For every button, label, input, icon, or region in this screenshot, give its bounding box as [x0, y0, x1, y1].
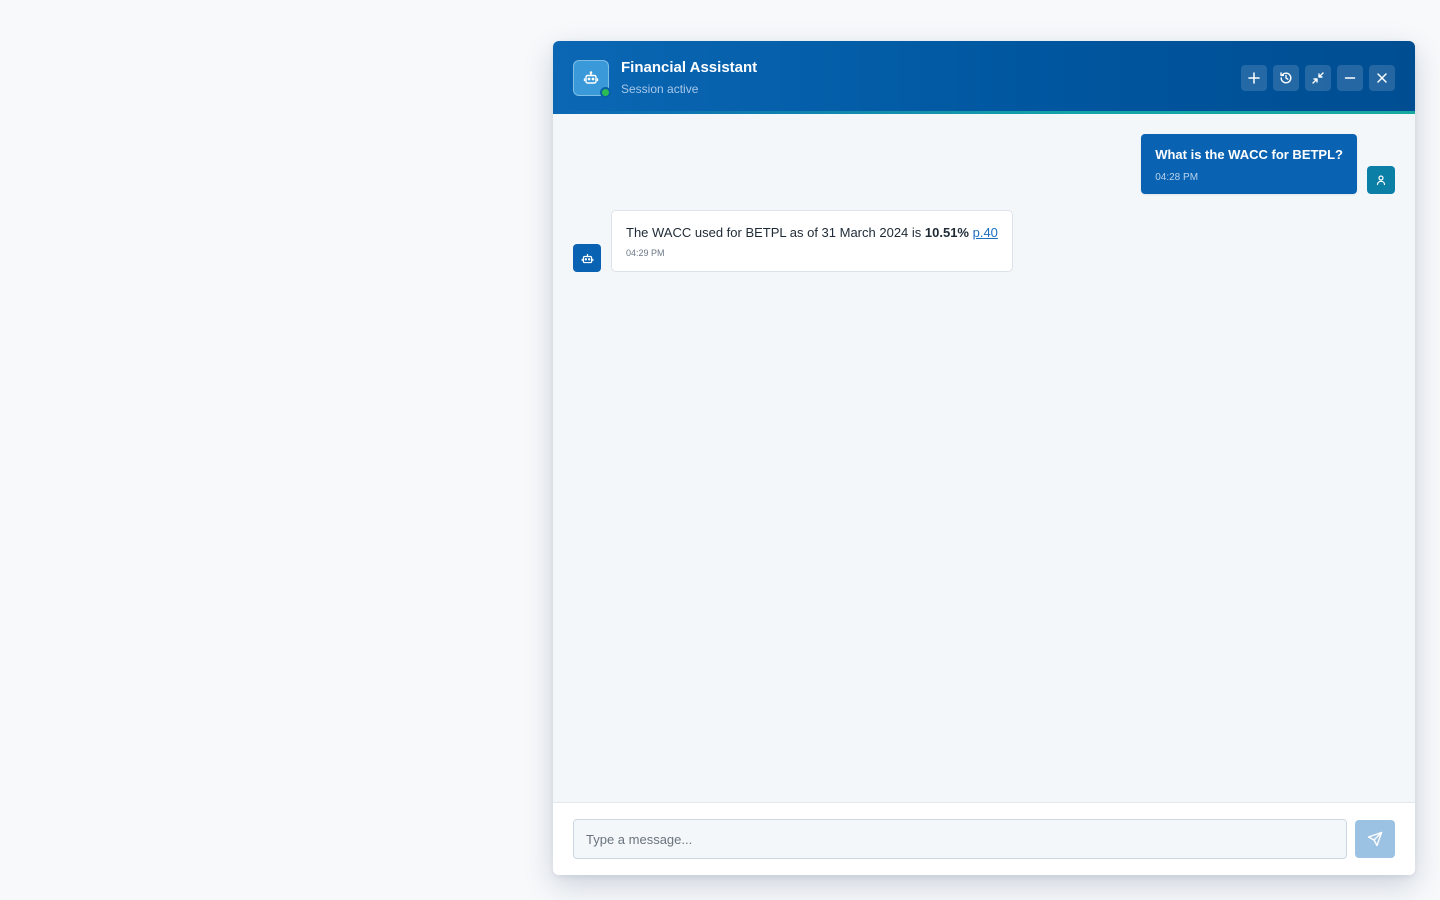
history-button[interactable] [1273, 64, 1299, 91]
close-icon [1377, 72, 1387, 83]
robot-icon [583, 70, 599, 84]
message-list[interactable]: What is the WACC for BETPL? 04:28 PM The… [553, 114, 1415, 802]
plus-icon [1248, 71, 1260, 84]
answer-text: The WACC used for BETPL as of 31 March 2… [626, 225, 925, 240]
assistant-avatar [573, 59, 611, 98]
assistant-message: The WACC used for BETPL as of 31 March 2… [573, 210, 1395, 272]
message-input[interactable] [573, 819, 1347, 859]
assistant-message-time: 04:29 PM [626, 248, 665, 258]
page-reference-link[interactable]: p.40 [973, 225, 998, 240]
user-message-text: What is the WACC for BETPL? [1155, 147, 1343, 162]
send-button[interactable] [1355, 820, 1395, 858]
message-composer [553, 802, 1415, 875]
close-button[interactable] [1369, 64, 1395, 91]
chat-title: Financial Assistant [621, 58, 758, 76]
chat-header: Financial Assistant Session active [553, 41, 1415, 114]
robot-icon [581, 253, 593, 263]
online-status-dot [600, 86, 611, 98]
user-icon [1376, 175, 1386, 186]
minus-icon [1344, 76, 1356, 79]
send-icon [1367, 831, 1383, 847]
new-chat-button[interactable] [1241, 64, 1267, 91]
user-message-time: 04:28 PM [1155, 172, 1199, 183]
chat-window: Financial Assistant Session active What … [553, 41, 1415, 875]
user-message-bubble: What is the WACC for BETPL? 04:28 PM [1141, 134, 1357, 194]
answer-value: 10.51% [924, 225, 969, 240]
user-avatar [1367, 166, 1395, 194]
minimize-arrows-icon [1312, 71, 1324, 84]
history-icon [1280, 71, 1292, 83]
minimize-button[interactable] [1337, 64, 1363, 91]
assistant-message-avatar [573, 244, 601, 272]
assistant-message-text: The WACC used for BETPL as of 31 March 2… [626, 224, 998, 241]
session-status: Session active [621, 81, 699, 96]
user-message: What is the WACC for BETPL? 04:28 PM [573, 134, 1395, 194]
collapse-button[interactable] [1305, 64, 1331, 91]
assistant-message-bubble: The WACC used for BETPL as of 31 March 2… [611, 210, 1013, 272]
header-actions [1241, 64, 1395, 91]
